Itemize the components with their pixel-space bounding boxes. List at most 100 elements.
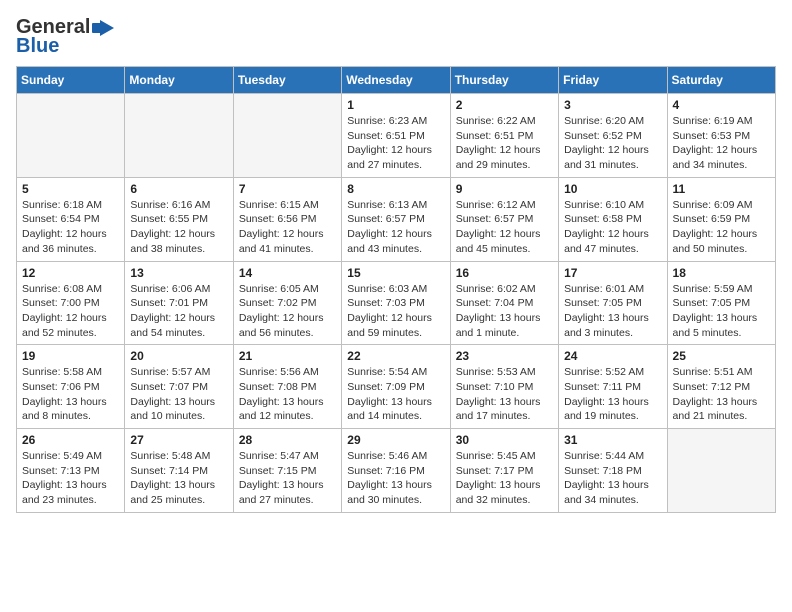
day-info: Sunrise: 5:48 AM Sunset: 7:14 PM Dayligh… (130, 449, 227, 508)
day-info: Sunrise: 6:03 AM Sunset: 7:03 PM Dayligh… (347, 282, 444, 341)
day-number: 17 (564, 266, 661, 280)
day-info: Sunrise: 6:09 AM Sunset: 6:59 PM Dayligh… (673, 198, 770, 257)
day-number: 7 (239, 182, 336, 196)
day-number: 19 (22, 349, 119, 363)
day-of-week-header: Saturday (667, 67, 775, 94)
day-info: Sunrise: 5:54 AM Sunset: 7:09 PM Dayligh… (347, 365, 444, 424)
calendar-day-cell: 21 Sunrise: 5:56 AM Sunset: 7:08 PM Dayli… (233, 345, 341, 429)
day-number: 30 (456, 433, 553, 447)
day-info: Sunrise: 5:52 AM Sunset: 7:11 PM Dayligh… (564, 365, 661, 424)
calendar-day-cell: 9Sunrise: 6:12 AM Sunset: 6:57 PM Daylig… (450, 177, 558, 261)
calendar-day-cell: 11 Sunrise: 6:09 AM Sunset: 6:59 PM Dayli… (667, 177, 775, 261)
day-info: Sunrise: 6:22 AM Sunset: 6:51 PM Dayligh… (456, 114, 553, 173)
calendar-day-cell: 2Sunrise: 6:22 AM Sunset: 6:51 PM Daylig… (450, 94, 558, 178)
day-number: 12 (22, 266, 119, 280)
day-info: Sunrise: 6:05 AM Sunset: 7:02 PM Dayligh… (239, 282, 336, 341)
day-info: Sunrise: 5:57 AM Sunset: 7:07 PM Dayligh… (130, 365, 227, 424)
day-info: Sunrise: 6:18 AM Sunset: 6:54 PM Dayligh… (22, 198, 119, 257)
day-number: 22 (347, 349, 444, 363)
calendar-day-cell: 1 Sunrise: 6:23 AM Sunset: 6:51 PM Daylig… (342, 94, 450, 178)
day-info: Sunrise: 6:16 AM Sunset: 6:55 PM Dayligh… (130, 198, 227, 257)
day-number: 20 (130, 349, 227, 363)
calendar-day-cell (233, 94, 341, 178)
calendar-day-cell: 14 Sunrise: 6:05 AM Sunset: 7:02 PM Dayli… (233, 261, 341, 345)
calendar-day-cell (125, 94, 233, 178)
calendar-day-cell: 31 Sunrise: 5:44 AM Sunset: 7:18 PM Dayli… (559, 429, 667, 513)
calendar-day-cell: 17 Sunrise: 6:01 AM Sunset: 7:05 PM Dayli… (559, 261, 667, 345)
calendar-day-cell: 19Sunrise: 5:58 AM Sunset: 7:06 PM Dayli… (17, 345, 125, 429)
day-number: 15 (347, 266, 444, 280)
day-info: Sunrise: 5:49 AM Sunset: 7:13 PM Dayligh… (22, 449, 119, 508)
logo: General Blue (16, 16, 114, 58)
day-number: 23 (456, 349, 553, 363)
day-of-week-header: Tuesday (233, 67, 341, 94)
calendar-day-cell: 27 Sunrise: 5:48 AM Sunset: 7:14 PM Dayli… (125, 429, 233, 513)
day-info: Sunrise: 6:10 AM Sunset: 6:58 PM Dayligh… (564, 198, 661, 257)
day-info: Sunrise: 6:19 AM Sunset: 6:53 PM Dayligh… (673, 114, 770, 173)
header: General Blue (16, 16, 776, 58)
day-info: Sunrise: 6:12 AM Sunset: 6:57 PM Dayligh… (456, 198, 553, 257)
day-info: Sunrise: 5:44 AM Sunset: 7:18 PM Dayligh… (564, 449, 661, 508)
day-of-week-header: Friday (559, 67, 667, 94)
calendar-day-cell: 12Sunrise: 6:08 AM Sunset: 7:00 PM Dayli… (17, 261, 125, 345)
calendar-day-cell: 28Sunrise: 5:47 AM Sunset: 7:15 PM Dayli… (233, 429, 341, 513)
day-number: 5 (22, 182, 119, 196)
day-info: Sunrise: 5:47 AM Sunset: 7:15 PM Dayligh… (239, 449, 336, 508)
day-of-week-header: Wednesday (342, 67, 450, 94)
day-of-week-header: Monday (125, 67, 233, 94)
day-number: 21 (239, 349, 336, 363)
calendar-table: SundayMondayTuesdayWednesdayThursdayFrid… (16, 66, 776, 513)
calendar-week-row: 1 Sunrise: 6:23 AM Sunset: 6:51 PM Daylig… (17, 94, 776, 178)
day-info: Sunrise: 6:20 AM Sunset: 6:52 PM Dayligh… (564, 114, 661, 173)
calendar-day-cell: 23Sunrise: 5:53 AM Sunset: 7:10 PM Dayli… (450, 345, 558, 429)
day-number: 27 (130, 433, 227, 447)
calendar-day-cell: 6 Sunrise: 6:16 AM Sunset: 6:55 PM Daylig… (125, 177, 233, 261)
day-number: 1 (347, 98, 444, 112)
day-number: 16 (456, 266, 553, 280)
day-info: Sunrise: 6:02 AM Sunset: 7:04 PM Dayligh… (456, 282, 553, 341)
logo-icon (92, 18, 114, 38)
day-info: Sunrise: 6:15 AM Sunset: 6:56 PM Dayligh… (239, 198, 336, 257)
day-info: Sunrise: 5:56 AM Sunset: 7:08 PM Dayligh… (239, 365, 336, 424)
day-number: 14 (239, 266, 336, 280)
day-number: 8 (347, 182, 444, 196)
calendar-week-row: 19Sunrise: 5:58 AM Sunset: 7:06 PM Dayli… (17, 345, 776, 429)
calendar-day-cell: 7 Sunrise: 6:15 AM Sunset: 6:56 PM Daylig… (233, 177, 341, 261)
day-number: 31 (564, 433, 661, 447)
calendar-day-cell (667, 429, 775, 513)
day-number: 11 (673, 182, 770, 196)
day-number: 29 (347, 433, 444, 447)
day-number: 18 (673, 266, 770, 280)
calendar-day-cell (17, 94, 125, 178)
day-number: 25 (673, 349, 770, 363)
calendar-day-cell: 15 Sunrise: 6:03 AM Sunset: 7:03 PM Dayli… (342, 261, 450, 345)
calendar-day-cell: 22 Sunrise: 5:54 AM Sunset: 7:09 PM Dayli… (342, 345, 450, 429)
calendar-header-row: SundayMondayTuesdayWednesdayThursdayFrid… (17, 67, 776, 94)
calendar-day-cell: 25 Sunrise: 5:51 AM Sunset: 7:12 PM Dayli… (667, 345, 775, 429)
calendar-day-cell: 3 Sunrise: 6:20 AM Sunset: 6:52 PM Daylig… (559, 94, 667, 178)
calendar-week-row: 12Sunrise: 6:08 AM Sunset: 7:00 PM Dayli… (17, 261, 776, 345)
calendar-day-cell: 24 Sunrise: 5:52 AM Sunset: 7:11 PM Dayli… (559, 345, 667, 429)
logo-blue-text: Blue (16, 35, 59, 58)
day-info: Sunrise: 6:23 AM Sunset: 6:51 PM Dayligh… (347, 114, 444, 173)
calendar-day-cell: 18 Sunrise: 5:59 AM Sunset: 7:05 PM Dayli… (667, 261, 775, 345)
day-of-week-header: Sunday (17, 67, 125, 94)
day-info: Sunrise: 6:06 AM Sunset: 7:01 PM Dayligh… (130, 282, 227, 341)
day-number: 24 (564, 349, 661, 363)
calendar-day-cell: 8Sunrise: 6:13 AM Sunset: 6:57 PM Daylig… (342, 177, 450, 261)
calendar-week-row: 26Sunrise: 5:49 AM Sunset: 7:13 PM Dayli… (17, 429, 776, 513)
day-number: 10 (564, 182, 661, 196)
calendar-day-cell: 4Sunrise: 6:19 AM Sunset: 6:53 PM Daylig… (667, 94, 775, 178)
calendar-day-cell: 20 Sunrise: 5:57 AM Sunset: 7:07 PM Dayli… (125, 345, 233, 429)
day-number: 6 (130, 182, 227, 196)
day-number: 3 (564, 98, 661, 112)
calendar-day-cell: 5 Sunrise: 6:18 AM Sunset: 6:54 PM Daylig… (17, 177, 125, 261)
calendar-day-cell: 30Sunrise: 5:45 AM Sunset: 7:17 PM Dayli… (450, 429, 558, 513)
calendar-day-cell: 16 Sunrise: 6:02 AM Sunset: 7:04 PM Dayli… (450, 261, 558, 345)
day-info: Sunrise: 5:51 AM Sunset: 7:12 PM Dayligh… (673, 365, 770, 424)
day-info: Sunrise: 5:46 AM Sunset: 7:16 PM Dayligh… (347, 449, 444, 508)
day-number: 13 (130, 266, 227, 280)
calendar-day-cell: 10 Sunrise: 6:10 AM Sunset: 6:58 PM Dayli… (559, 177, 667, 261)
day-info: Sunrise: 6:01 AM Sunset: 7:05 PM Dayligh… (564, 282, 661, 341)
day-info: Sunrise: 5:59 AM Sunset: 7:05 PM Dayligh… (673, 282, 770, 341)
